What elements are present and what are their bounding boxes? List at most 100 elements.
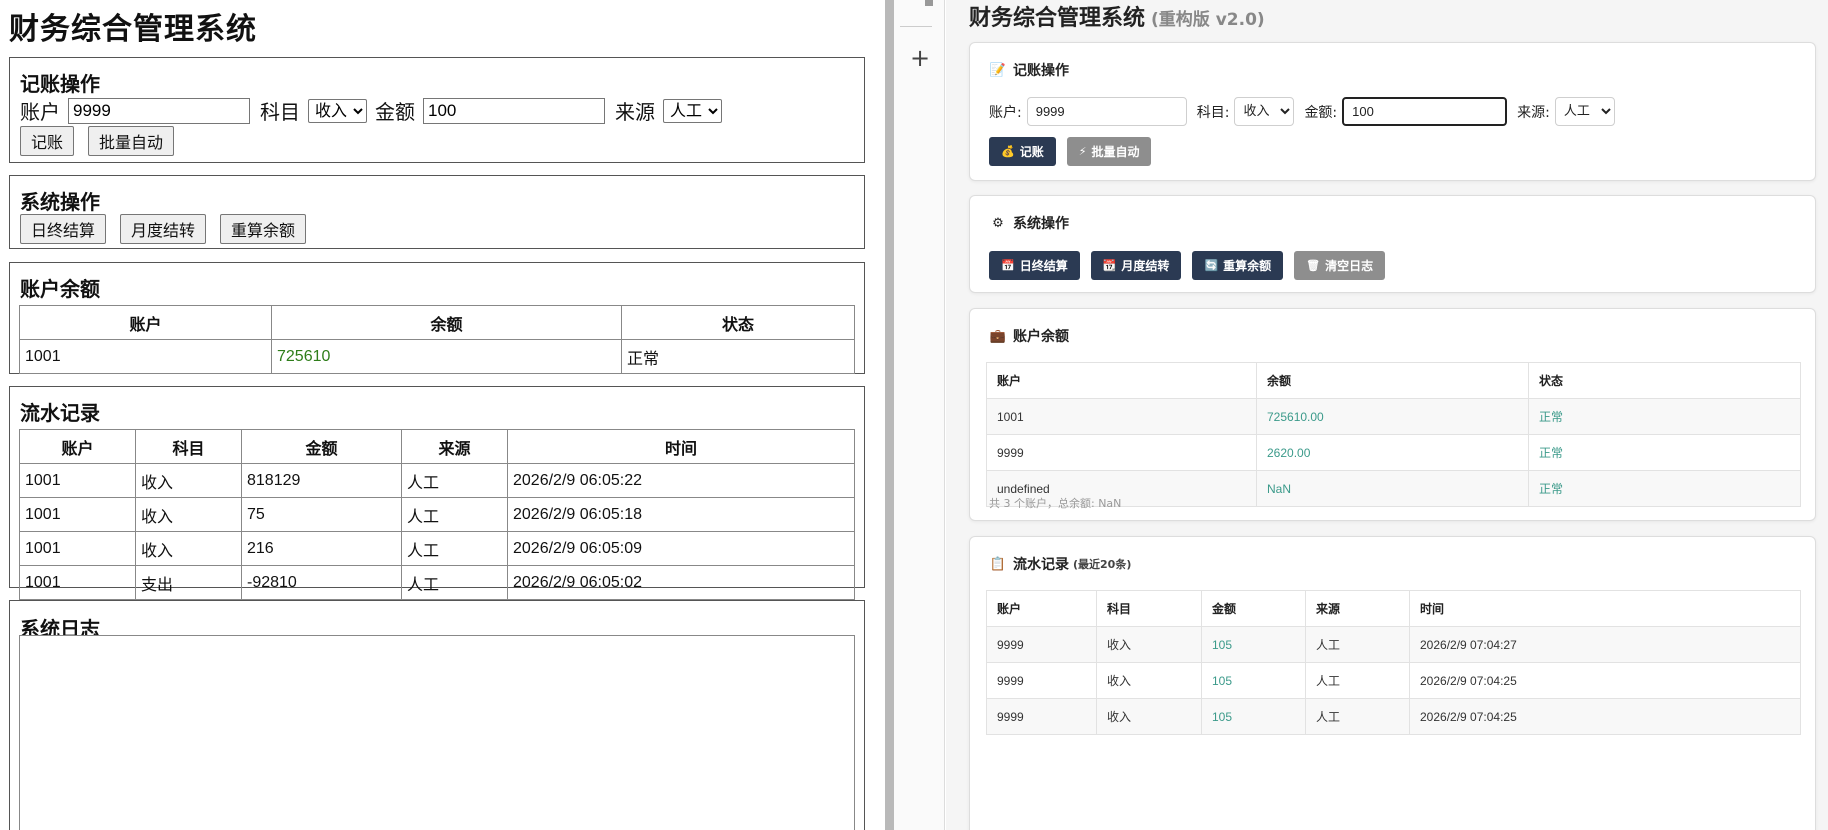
pane-splitter[interactable]	[885, 0, 894, 830]
column-header: 账户	[19, 305, 272, 340]
source-select[interactable]: 人工	[663, 98, 722, 123]
cell-status: 正常	[621, 339, 855, 374]
money-bag-icon: 💰	[1001, 145, 1015, 158]
day-end-settle-button[interactable]: 日终结算	[20, 214, 107, 244]
page-title: 财务综合管理系统	[9, 12, 257, 47]
column-header: 余额	[1256, 362, 1529, 399]
section-heading: 系统操作	[20, 190, 100, 214]
table-row: 1001 收入 75 人工 2026/2/9 06:05:18	[19, 497, 855, 532]
cell: 1001	[19, 463, 136, 498]
cell-balance: 725610.00	[1256, 398, 1529, 435]
card-title: 📋 流水记录 (最近20条)	[989, 554, 1131, 574]
batch-auto-button[interactable]: 批量自动	[88, 126, 175, 156]
card-heading: 流水记录	[1013, 557, 1069, 573]
subject-label: 科目:	[1196, 104, 1230, 121]
balances-table: 账户 余额 状态 1001 725610 正常	[19, 305, 855, 374]
column-header: 科目	[1096, 590, 1202, 627]
source-label: 来源	[615, 100, 655, 124]
cell: 人工	[401, 463, 508, 498]
column-header: 时间	[1409, 590, 1801, 627]
record-button[interactable]: 记账	[20, 126, 75, 156]
cell: 2026/2/9 06:05:09	[507, 531, 855, 566]
cell: 收入	[1096, 662, 1202, 699]
transactions-table: 账户 科目 金额 来源 时间 9999 收入 105 人工 2026/2/9 0…	[986, 590, 1801, 735]
balances-summary: 共 3 个账户，总余额: NaN	[989, 497, 1122, 510]
table-row: 1001 725610.00 正常	[986, 398, 1801, 435]
cell: 2026/2/9 07:04:27	[1409, 626, 1801, 663]
left-app-pane: 财务综合管理系统 记账操作 账户 科目 收入 金额 来源 人工 记账 批量自动 …	[0, 0, 885, 830]
column-header: 金额	[1201, 590, 1306, 627]
amount-input[interactable]	[423, 97, 605, 124]
cell: 2026/2/9 06:05:22	[507, 463, 855, 498]
cell: 75	[241, 497, 402, 532]
bookkeeping-card: 📝 记账操作 账户: 科目: 收入 金额: 来源: 人工 💰 记账 ⚡ 批	[969, 42, 1816, 181]
cell: 105	[1201, 698, 1306, 735]
subject-select[interactable]: 收入	[308, 98, 367, 123]
cell: 收入	[135, 497, 242, 532]
section-heading: 流水记录	[20, 401, 100, 425]
cell-status: 正常	[1528, 470, 1801, 507]
cell-account: 1001	[986, 398, 1257, 435]
version-label: (重构版 v2.0)	[1151, 10, 1265, 30]
system-ops-section: 系统操作 日终结算 月度结转 重算余额	[9, 175, 865, 249]
cell-account: 9999	[986, 434, 1257, 471]
button-label: 清空日志	[1325, 259, 1374, 273]
cell: 收入	[1096, 626, 1202, 663]
bookkeeping-section: 记账操作 账户 科目 收入 金额 来源 人工 记账 批量自动	[9, 57, 865, 163]
cell: 2026/2/9 06:05:18	[507, 497, 855, 532]
cell-balance: NaN	[1256, 470, 1529, 507]
record-button[interactable]: 💰 记账	[989, 137, 1056, 166]
card-title: ⚙ 系统操作	[989, 213, 1069, 233]
briefcase-icon: 💼	[989, 328, 1007, 344]
table-row: 1001 725610 正常	[19, 339, 855, 374]
balances-section: 账户余额 账户 余额 状态 1001 725610 正常	[9, 262, 865, 374]
column-header: 科目	[135, 429, 242, 464]
button-label: 重算余额	[1223, 259, 1272, 273]
cell: 9999	[986, 662, 1097, 699]
cell: 收入	[135, 531, 242, 566]
amount-input[interactable]	[1342, 97, 1508, 126]
table-row: 9999 收入 105 人工 2026/2/9 07:04:25	[986, 662, 1801, 699]
lightning-icon: ⚡	[1078, 145, 1087, 158]
right-app-pane: 财务综合管理系统(重构版 v2.0) 📝 记账操作 账户: 科目: 收入 金额:…	[946, 0, 1828, 830]
account-input[interactable]	[68, 97, 250, 124]
button-label: 批量自动	[1091, 145, 1140, 159]
recalc-balance-button[interactable]: 🔄 重算余额	[1192, 251, 1284, 280]
account-label: 账户	[20, 100, 60, 124]
balances-card: 💼 账户余额 账户 余额 状态 1001 725610.00 正常 9999 2…	[969, 308, 1816, 521]
cell: 人工	[1305, 626, 1410, 663]
log-textarea[interactable]	[19, 635, 855, 830]
amount-label: 金额:	[1304, 104, 1338, 121]
column-header: 状态	[1528, 362, 1801, 399]
recalc-balance-button[interactable]: 重算余额	[220, 214, 307, 244]
month-carry-button[interactable]: 月度结转	[120, 214, 207, 244]
section-heading: 记账操作	[20, 72, 100, 96]
cell: 人工	[401, 497, 508, 532]
batch-auto-button[interactable]: ⚡ 批量自动	[1066, 137, 1152, 166]
cell: -92810	[241, 565, 402, 600]
cell: 收入	[135, 463, 242, 498]
cell: 216	[241, 531, 402, 566]
column-header: 账户	[986, 590, 1097, 627]
column-header: 来源	[1305, 590, 1410, 627]
card-subheading: (最近20条)	[1073, 558, 1132, 571]
memo-icon: 📝	[989, 62, 1007, 78]
clear-log-button[interactable]: 🗑 清空日志	[1294, 251, 1386, 280]
card-heading: 账户余额	[1013, 329, 1069, 345]
cell: 2026/2/9 06:05:02	[507, 565, 855, 600]
source-select[interactable]: 人工	[1554, 97, 1615, 126]
month-carry-button[interactable]: 📆 月度结转	[1090, 251, 1182, 280]
cell: 1001	[19, 565, 136, 600]
plus-icon[interactable]: +	[910, 44, 930, 72]
transactions-table: 账户 科目 金额 来源 时间 1001 收入 818129 人工 2026/2/…	[19, 429, 855, 600]
subject-select[interactable]: 收入	[1234, 97, 1295, 126]
cell: 9999	[986, 698, 1097, 735]
refresh-icon: 🔄	[1204, 259, 1219, 272]
card-heading: 记账操作	[1013, 63, 1069, 79]
gear-icon: ⚙	[992, 215, 1004, 231]
cell-account: 1001	[19, 339, 272, 374]
trash-icon: 🗑	[1306, 259, 1321, 272]
table-row: 9999 2620.00 正常	[986, 434, 1801, 471]
day-end-settle-button[interactable]: 📅 日终结算	[989, 251, 1080, 280]
account-input[interactable]	[1026, 97, 1187, 126]
